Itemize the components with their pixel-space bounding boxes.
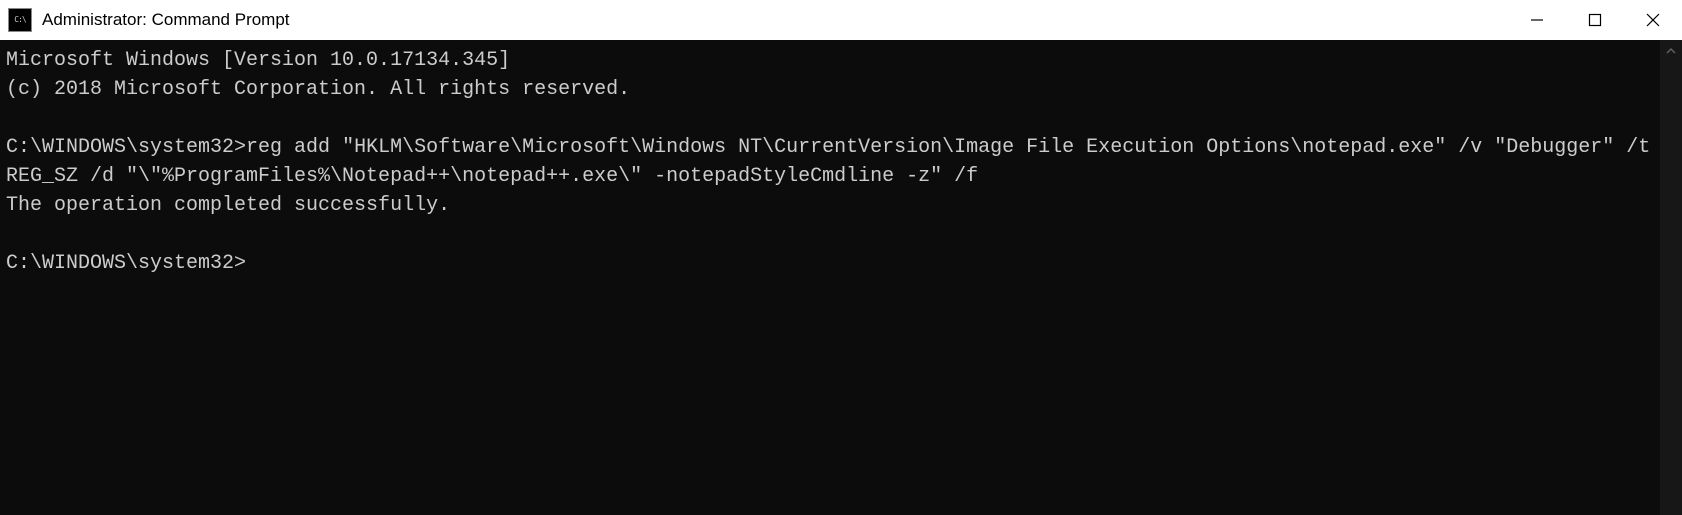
minimize-button[interactable] <box>1508 0 1566 39</box>
close-icon <box>1646 13 1660 27</box>
console-prompt: C:\WINDOWS\system32> <box>6 252 246 275</box>
console-prompt: C:\WINDOWS\system32> <box>6 136 246 159</box>
cmd-icon: C:\ <box>8 8 32 32</box>
window-title: Administrator: Command Prompt <box>42 10 290 30</box>
console-result: The operation completed successfully. <box>6 194 450 217</box>
titlebar[interactable]: C:\ Administrator: Command Prompt <box>0 0 1682 40</box>
close-button[interactable] <box>1624 0 1682 39</box>
chevron-up-icon <box>1666 46 1676 56</box>
console-command: reg add "HKLM\Software\Microsoft\Windows… <box>6 136 1660 188</box>
maximize-button[interactable] <box>1566 0 1624 39</box>
console-line-copyright: (c) 2018 Microsoft Corporation. All righ… <box>6 78 630 101</box>
vertical-scrollbar[interactable] <box>1660 40 1682 515</box>
maximize-icon <box>1588 13 1602 27</box>
minimize-icon <box>1530 13 1544 27</box>
console-output[interactable]: Microsoft Windows [Version 10.0.17134.34… <box>0 40 1660 515</box>
console-area: Microsoft Windows [Version 10.0.17134.34… <box>0 40 1682 515</box>
scroll-up-button[interactable] <box>1660 40 1682 62</box>
window-controls <box>1508 0 1682 39</box>
console-line-version: Microsoft Windows [Version 10.0.17134.34… <box>6 49 510 72</box>
